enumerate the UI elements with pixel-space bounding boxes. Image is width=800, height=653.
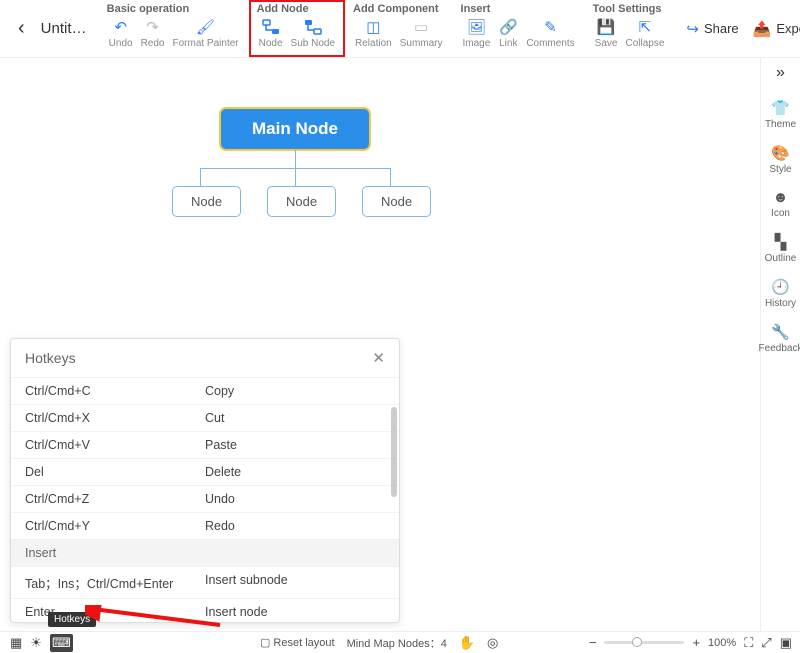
back-button[interactable]: ‹ [10, 17, 33, 40]
hotkey-row: Ctrl/Cmd+XCut [11, 404, 399, 431]
link-icon: 🔗 [498, 17, 518, 37]
child-node[interactable]: Node [267, 186, 336, 217]
comment-icon: ✎ [540, 17, 560, 37]
hotkey-row: Ctrl/Cmd+VPaste [11, 431, 399, 458]
subnode-icon [303, 17, 323, 37]
center-icon[interactable]: ▣ [780, 635, 792, 651]
insert-link-button[interactable]: 🔗Link [494, 17, 522, 49]
hotkey-section: Insert [11, 539, 399, 566]
history-icon: 🕘 [771, 278, 790, 296]
sidebar-theme[interactable]: 👕Theme [765, 92, 796, 137]
hand-icon[interactable]: ✋ [459, 635, 475, 651]
presentation-icon[interactable]: ▦ [10, 635, 22, 651]
close-icon[interactable]: ✕ [372, 349, 385, 367]
relation-button[interactable]: ◫Relation [351, 17, 396, 49]
hotkey-row: Ctrl/Cmd+YRedo [11, 512, 399, 539]
zoom-out-button[interactable]: − [589, 635, 597, 650]
insert-image-button[interactable]: 🖼Image [459, 17, 495, 49]
export-icon: 📤 [753, 20, 772, 38]
right-sidebar: » 👕Theme 🎨Style ☻Icon ▚Outline 🕘History … [760, 58, 800, 631]
zoom-in-button[interactable]: + [692, 635, 700, 650]
add-node-button[interactable]: Node [255, 17, 287, 49]
fit-icon[interactable]: ⛶ [744, 635, 753, 651]
zoom-level: 100% [708, 637, 736, 649]
undo-button[interactable]: ↶Undo [105, 17, 137, 49]
redo-button[interactable]: ↷Redo [137, 17, 169, 49]
doc-title[interactable]: Untitl… [41, 20, 89, 37]
reset-layout-button[interactable]: ▢Reset layout [260, 636, 335, 649]
save-button[interactable]: 💾Save [591, 17, 622, 49]
relation-icon: ◫ [363, 17, 383, 37]
collapse-button[interactable]: ⇱Collapse [621, 17, 668, 49]
brightness-icon[interactable]: ☀ [30, 635, 42, 651]
feedback-icon: 🔧 [771, 323, 790, 341]
insert-comments-button[interactable]: ✎Comments [522, 17, 578, 49]
group-add-node: Add Node Node Sub Node [249, 0, 345, 57]
collapse-icon: ⇱ [635, 17, 655, 37]
group-insert: Insert 🖼Image 🔗Link ✎Comments [453, 0, 585, 57]
add-subnode-button[interactable]: Sub Node [287, 17, 339, 49]
zoom-thumb[interactable] [632, 637, 642, 647]
group-tool-settings: Tool Settings 💾Save ⇱Collapse [585, 0, 675, 57]
scrollbar[interactable] [391, 407, 397, 497]
sidebar-icon[interactable]: ☻Icon [771, 182, 790, 226]
sidebar-style[interactable]: 🎨Style [769, 137, 791, 182]
target-icon[interactable]: ◎ [487, 635, 498, 651]
image-icon: 🖼 [466, 17, 486, 37]
hotkey-row: Ctrl/Cmd+CCopy [11, 377, 399, 404]
main-node[interactable]: Main Node [220, 108, 370, 150]
group-basic: Basic operation ↶Undo ↷Redo 🖌Format Pain… [99, 0, 249, 57]
hotkeys-tooltip: Hotkeys [48, 612, 96, 627]
hotkey-row: Ctrl/Cmd+ZUndo [11, 485, 399, 512]
hotkeys-panel: Hotkeys ✕ Ctrl/Cmd+CCopy Ctrl/Cmd+XCut C… [10, 338, 400, 623]
hotkeys-title: Hotkeys [25, 350, 76, 366]
outline-icon: ▚ [775, 233, 787, 251]
icon-icon: ☻ [773, 189, 789, 206]
child-node[interactable]: Node [362, 186, 431, 217]
zoom-slider[interactable] [604, 641, 684, 644]
share-button[interactable]: ↪Share [686, 20, 738, 38]
export-button[interactable]: 📤Export [753, 20, 800, 38]
topbar: ‹ Untitl… Basic operation ↶Undo ↷Redo 🖌F… [0, 0, 800, 58]
hotkey-row: Tab；Ins；Ctrl/Cmd+EnterInsert subnode [11, 566, 399, 598]
sidebar-outline[interactable]: ▚Outline [765, 226, 797, 271]
save-icon: 💾 [596, 17, 616, 37]
sidebar-history[interactable]: 🕘History [765, 271, 796, 316]
node-icon [261, 17, 281, 37]
hotkeys-button[interactable]: ⌨ [50, 634, 73, 652]
sidebar-collapse[interactable]: » [776, 64, 785, 82]
summary-button[interactable]: ▭Summary [396, 17, 447, 49]
theme-icon: 👕 [771, 99, 790, 117]
style-icon: 🎨 [771, 144, 790, 162]
summary-icon: ▭ [411, 17, 431, 37]
share-icon: ↪ [686, 20, 699, 38]
group-add-component: Add Component ◫Relation ▭Summary [345, 0, 453, 57]
bottom-bar: ▦ ☀ ⌨ ▢Reset layout Mind Map Nodes：4 ✋ ◎… [0, 631, 800, 653]
hotkeys-body[interactable]: Ctrl/Cmd+CCopy Ctrl/Cmd+XCut Ctrl/Cmd+VP… [11, 377, 399, 622]
reset-icon: ▢ [260, 636, 270, 649]
nodes-count: Mind Map Nodes：4 [347, 635, 447, 651]
undo-icon: ↶ [111, 17, 131, 37]
format-painter-button[interactable]: 🖌Format Painter [168, 17, 242, 49]
sidebar-feedback[interactable]: 🔧Feedback [759, 316, 800, 361]
mindmap: Main Node Node Node Node [220, 108, 370, 150]
redo-icon: ↷ [143, 17, 163, 37]
hotkey-row: DelDelete [11, 458, 399, 485]
brush-icon: 🖌 [196, 17, 216, 37]
fullscreen-icon[interactable]: ⤢ [761, 635, 771, 651]
child-node[interactable]: Node [172, 186, 241, 217]
